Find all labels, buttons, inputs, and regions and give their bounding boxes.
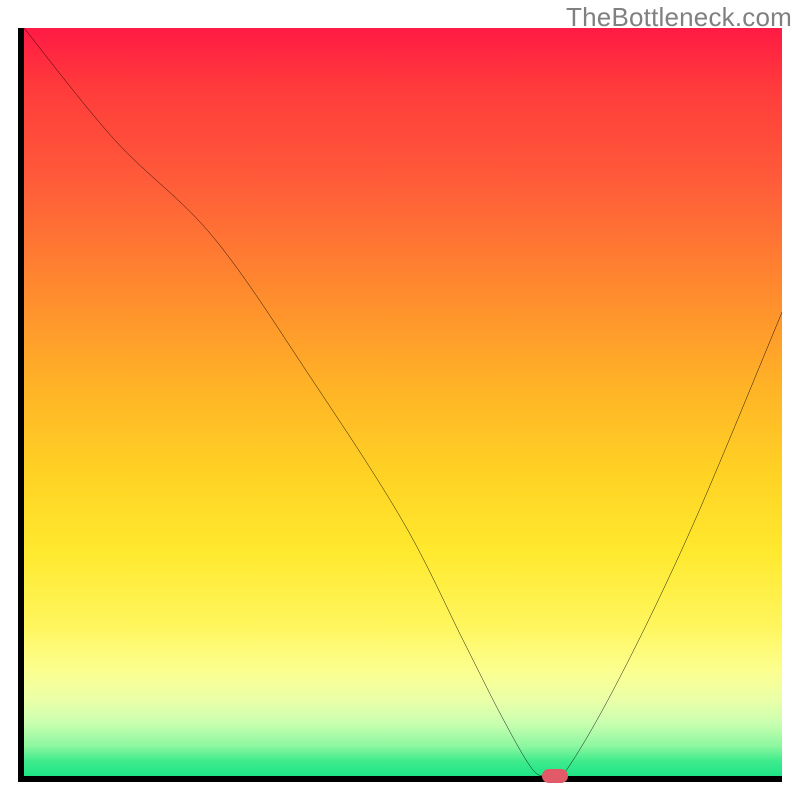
plot-area: [18, 28, 782, 782]
chart-container: TheBottleneck.com: [0, 0, 800, 800]
plot-inner: [24, 28, 782, 776]
watermark-text: TheBottleneck.com: [566, 2, 792, 33]
bottleneck-curve: [24, 28, 782, 776]
minimum-marker: [542, 769, 568, 783]
